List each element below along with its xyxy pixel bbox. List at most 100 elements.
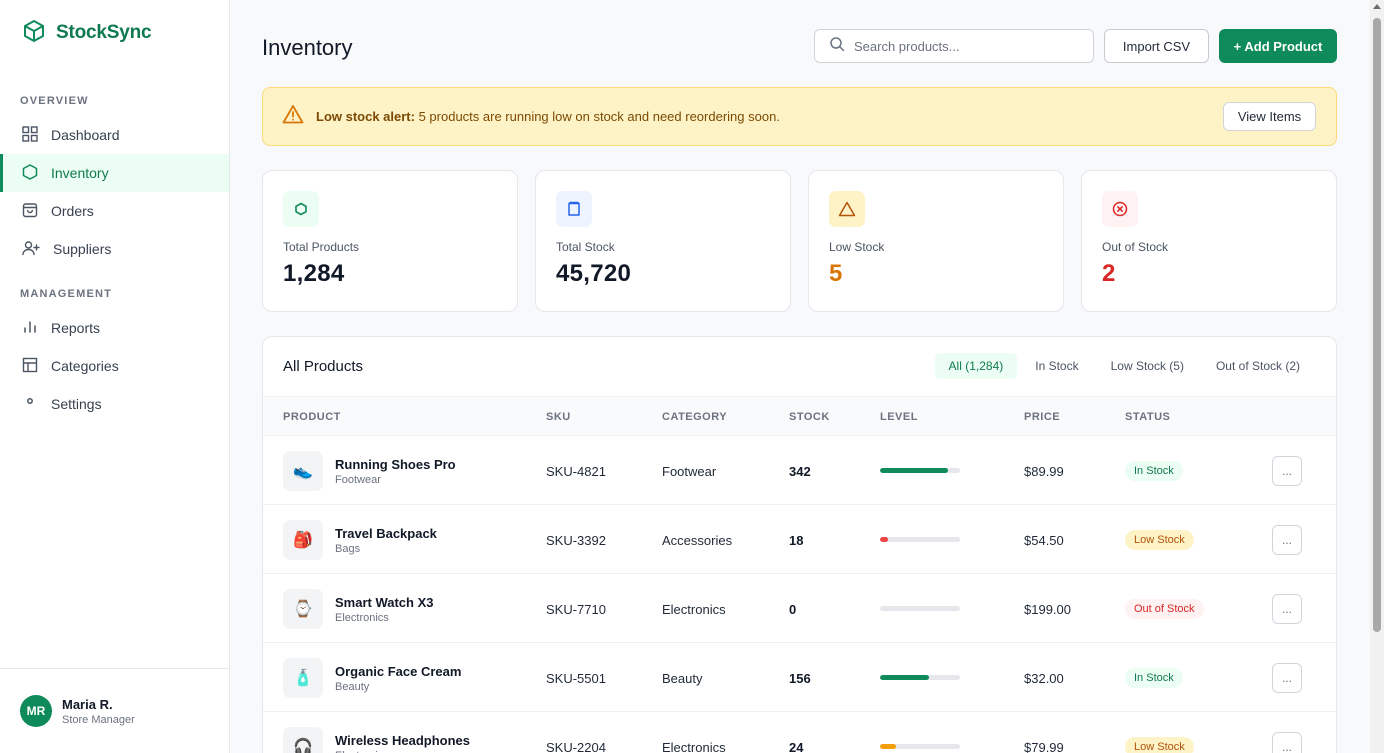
user-name: Maria R. — [62, 696, 113, 712]
product-stock: 0 — [789, 602, 797, 617]
row-actions-button[interactable]: ... — [1272, 663, 1302, 693]
stat-label: Out of Stock — [1102, 240, 1169, 254]
bar-chart-icon — [22, 319, 38, 338]
table-header: All Products All (1,284) In Stock Low St… — [263, 337, 1336, 396]
row-actions-button[interactable]: ... — [1272, 594, 1302, 624]
filter-low-stock[interactable]: Low Stock (5) — [1097, 353, 1198, 379]
product-price: $54.50 — [1024, 533, 1064, 548]
status-badge: Low Stock — [1125, 530, 1194, 550]
column-header-level[interactable]: LEVEL — [880, 411, 918, 423]
column-header-status[interactable]: STATUS — [1125, 411, 1170, 423]
sidebar-item-inventory[interactable]: Inventory — [0, 154, 229, 192]
products-table: All Products All (1,284) In Stock Low St… — [262, 336, 1337, 753]
alert-body: 5 products are running low on stock and … — [414, 109, 780, 124]
dot-icon — [22, 395, 38, 414]
product-sku: SKU-4821 — [546, 464, 606, 479]
x-circle-icon — [1102, 191, 1138, 227]
user-profile[interactable]: MR Maria R. Store Manager — [0, 668, 229, 753]
sidebar-item-suppliers[interactable]: Suppliers — [0, 230, 229, 268]
row-actions-button[interactable]: ... — [1272, 456, 1302, 486]
search-input[interactable] — [854, 38, 1074, 54]
sidebar-item-settings[interactable]: Settings — [0, 385, 229, 423]
import-csv-button[interactable]: Import CSV — [1104, 29, 1209, 63]
sidebar-item-label: Reports — [51, 320, 101, 336]
product-name[interactable]: Organic Face Cream — [335, 664, 461, 679]
column-header-sku[interactable]: SKU — [546, 411, 571, 423]
product-stock: 18 — [789, 533, 804, 548]
table-row[interactable]: 🎧 Wireless Headphones Electronics SKU-22… — [263, 712, 1336, 753]
table-title: All Products — [283, 358, 364, 375]
stock-level-bar — [880, 537, 960, 542]
status-badge: In Stock — [1125, 461, 1183, 481]
sidebar-item-categories[interactable]: Categories — [0, 347, 229, 385]
search-box[interactable] — [814, 29, 1094, 63]
sidebar-item-reports[interactable]: Reports — [0, 309, 229, 347]
stock-level-bar — [880, 606, 960, 611]
stock-level-bar — [880, 744, 960, 749]
stock-level-bar — [880, 468, 960, 473]
view-items-button[interactable]: View Items — [1223, 102, 1316, 131]
product-price: $79.99 — [1024, 740, 1064, 753]
status-badge: In Stock — [1125, 668, 1183, 688]
page-scrollbar[interactable] — [1370, 0, 1384, 753]
stat-value: 1,284 — [283, 260, 345, 287]
column-header-stock[interactable]: STOCK — [789, 411, 830, 423]
product-sku: SKU-2204 — [546, 740, 606, 753]
scroll-up-arrow-icon[interactable] — [1373, 4, 1381, 9]
product-stock: 156 — [789, 671, 811, 686]
table-row[interactable]: 👟 Running Shoes Pro Footwear SKU-4821 Fo… — [263, 436, 1336, 505]
column-header-price[interactable]: PRICE — [1024, 411, 1060, 423]
add-product-button[interactable]: + Add Product — [1219, 29, 1337, 63]
sidebar-item-dashboard[interactable]: Dashboard — [0, 116, 229, 154]
product-name[interactable]: Running Shoes Pro — [335, 457, 456, 472]
stat-card-total-products: Total Products 1,284 — [262, 170, 518, 312]
user-role: Store Manager — [62, 713, 135, 726]
table-row[interactable]: 🧴 Organic Face Cream Beauty SKU-5501 Bea… — [263, 643, 1336, 712]
stat-label: Total Stock — [556, 240, 615, 254]
product-name[interactable]: Travel Backpack — [335, 526, 437, 541]
filter-all[interactable]: All (1,284) — [934, 353, 1018, 379]
filter-out-of-stock[interactable]: Out of Stock (2) — [1202, 353, 1314, 379]
product-category: Footwear — [662, 464, 717, 479]
table-head: PRODUCT SKU CATEGORY STOCK LEVEL PRICE S… — [263, 396, 1336, 436]
column-header-product[interactable]: PRODUCT — [283, 411, 341, 423]
stock-level-fill — [880, 537, 888, 542]
table-row[interactable]: ⌚ Smart Watch X3 Electronics SKU-7710 El… — [263, 574, 1336, 643]
alert-title: Low stock alert: — [316, 109, 415, 124]
product-sku: SKU-7710 — [546, 602, 606, 617]
product-category: Electronics — [662, 602, 726, 617]
filter-in-stock[interactable]: In Stock — [1021, 353, 1092, 379]
stat-label: Total Products — [283, 240, 360, 254]
sidebar: StockSync OVERVIEW Dashboard Inventory O… — [0, 0, 230, 753]
filter-tabs: All (1,284) In Stock Low Stock (5) Out o… — [934, 353, 1314, 379]
sidebar-item-label: Orders — [51, 203, 94, 219]
sidebar-item-label: Settings — [51, 396, 102, 412]
brand[interactable]: StockSync — [0, 0, 229, 66]
product-thumbnail: 🎒 — [283, 520, 323, 560]
product-subcategory: Electronics — [335, 612, 389, 624]
row-actions-button[interactable]: ... — [1272, 732, 1302, 753]
scrollbar-thumb[interactable] — [1373, 18, 1381, 632]
product-sku: SKU-3392 — [546, 533, 606, 548]
sidebar-item-orders[interactable]: Orders — [0, 192, 229, 230]
avatar: MR — [20, 695, 52, 727]
table-icon — [22, 357, 38, 376]
product-subcategory: Beauty — [335, 681, 370, 693]
box-icon — [556, 191, 592, 227]
stock-level-fill — [880, 468, 948, 473]
topbar: Inventory Import CSV + Add Product — [262, 29, 1337, 63]
stock-level-fill — [880, 675, 929, 680]
product-thumbnail: 👟 — [283, 451, 323, 491]
product-stock: 24 — [789, 740, 804, 753]
product-name[interactable]: Wireless Headphones — [335, 733, 470, 748]
stat-card-out-of-stock: Out of Stock 2 — [1081, 170, 1337, 312]
sidebar-item-label: Categories — [51, 358, 119, 374]
product-price: $32.00 — [1024, 671, 1064, 686]
table-row[interactable]: 🎒 Travel Backpack Bags SKU-3392 Accessor… — [263, 505, 1336, 574]
row-actions-button[interactable]: ... — [1272, 525, 1302, 555]
alert-message: Low stock alert: 5 products are running … — [316, 109, 780, 124]
sidebar-item-label: Inventory — [51, 165, 109, 181]
product-name[interactable]: Smart Watch X3 — [335, 595, 434, 610]
column-header-category[interactable]: CATEGORY — [662, 411, 727, 423]
stock-level-bar — [880, 675, 960, 680]
